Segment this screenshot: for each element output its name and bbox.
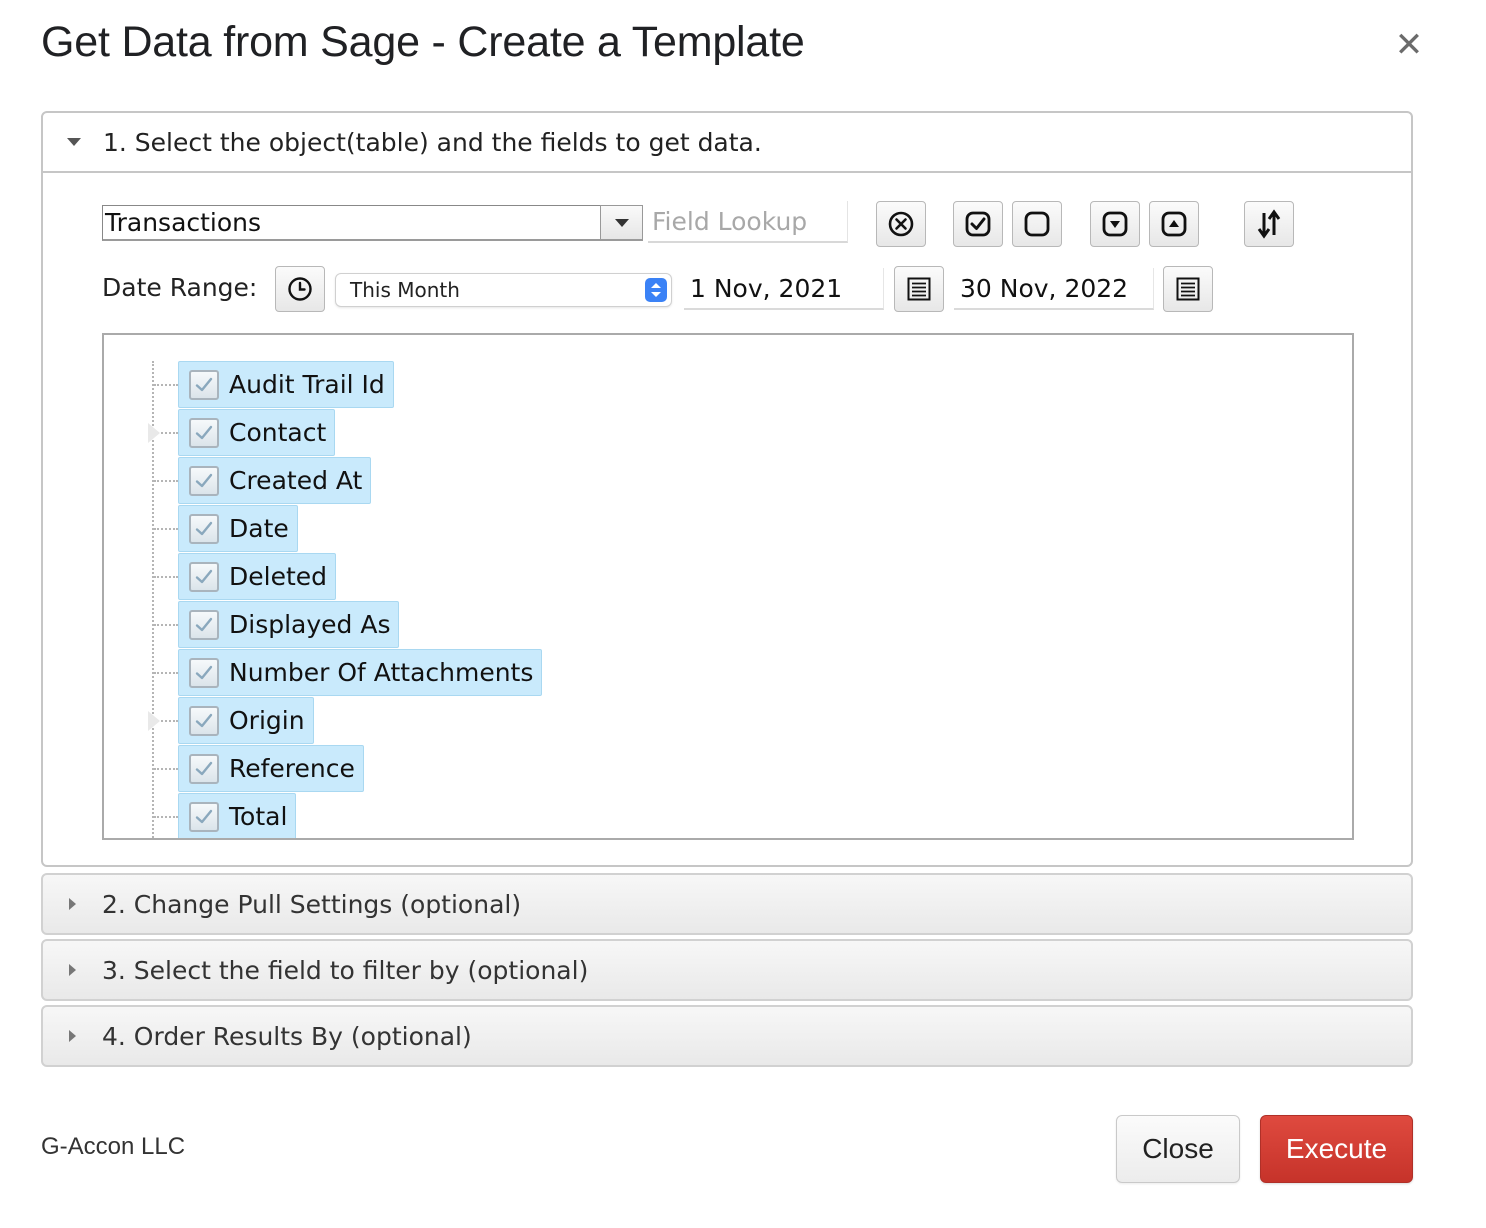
checkmark-icon [195,425,213,439]
start-date-calendar-button[interactable] [894,266,944,312]
sort-button[interactable] [1244,201,1294,247]
clock-icon [288,277,312,301]
expand-triangle-icon [69,1030,76,1042]
field-checkbox[interactable] [189,417,219,448]
field-label: Reference [229,754,355,783]
field-label: Deleted [229,562,328,591]
field-checkbox[interactable] [189,513,219,544]
field-checkbox[interactable] [189,753,219,784]
section-3-header[interactable]: 3. Select the field to filter by (option… [41,939,1413,1001]
collapse-all-icon [1161,211,1187,237]
collapse-all-button[interactable] [1149,201,1199,247]
checkmark-icon [195,473,213,487]
tree-expand-arrow-icon[interactable] [148,423,160,443]
section-4-header[interactable]: 4. Order Results By (optional) [41,1005,1413,1067]
company-name: G-Accon LLC [41,1133,186,1160]
field-checkbox[interactable] [189,705,219,736]
tree-connector [154,384,178,386]
date-preset-select[interactable]: This Month [335,273,672,307]
field-tree-item[interactable]: Total [178,793,297,838]
field-label: Displayed As [229,610,391,639]
check-all-button[interactable] [953,201,1003,247]
dialog-title: Get Data from Sage - Create a Template [41,18,805,66]
tree-expand-arrow-icon[interactable] [148,711,160,731]
field-checkbox[interactable] [189,561,219,592]
section-2-title: 2. Change Pull Settings (optional) [102,889,522,919]
tree-connector [154,576,178,578]
uncheck-all-icon [1024,211,1050,237]
section-4-title: 4. Order Results By (optional) [102,1021,472,1051]
expand-all-icon [1102,211,1128,237]
close-x-icon[interactable]: ✕ [1390,26,1428,64]
tree-connector [154,528,178,530]
tree-connector [154,480,178,482]
checkmark-icon [195,713,213,727]
field-label: Date [229,514,289,543]
field-checkbox[interactable] [189,801,219,832]
checkmark-icon [195,617,213,631]
fields-tree[interactable]: Audit Trail Id Contact Created At Date Delet… [102,333,1354,840]
execute-button[interactable]: Execute [1260,1115,1413,1183]
end-date-input[interactable]: 30 Nov, 2022 [954,268,1154,310]
field-tree-item[interactable]: Number Of Attachments [178,649,543,696]
field-checkbox[interactable] [189,609,219,640]
uncheck-all-button[interactable] [1012,201,1062,247]
object-select-dropdown-button[interactable] [600,205,643,241]
expand-triangle-icon [69,964,76,976]
collapse-triangle-icon [67,138,81,146]
field-label: Audit Trail Id [229,370,385,399]
tree-connector [154,624,178,626]
field-tree-item[interactable]: Audit Trail Id [178,361,394,408]
field-checkbox[interactable] [189,657,219,688]
tree-connector [154,768,178,770]
field-checkbox[interactable] [189,465,219,496]
section-2-header[interactable]: 2. Change Pull Settings (optional) [41,873,1413,935]
field-label: Contact [229,418,327,447]
end-date-calendar-button[interactable] [1163,266,1213,312]
date-range-preset-button[interactable] [275,266,325,312]
field-tree-item[interactable]: Created At [178,457,372,504]
clear-circle-x-icon [888,211,914,237]
field-label: Created At [229,466,363,495]
field-checkbox[interactable] [189,369,219,400]
checkmark-icon [195,569,213,583]
chevron-down-icon [614,218,629,227]
close-button[interactable]: Close [1116,1115,1240,1183]
tree-connector [154,672,178,674]
field-tree-item[interactable]: Contact [178,409,336,456]
field-tree-item[interactable]: Displayed As [178,601,400,648]
field-tree-item[interactable]: Deleted [178,553,337,600]
date-range-label: Date Range: [102,273,258,302]
tree-connector [154,816,178,818]
field-label: Total [229,802,288,831]
field-tree-item[interactable]: Origin [178,697,314,744]
calendar-icon [907,277,931,301]
section-1-panel: 1. Select the object(table) and the fiel… [41,111,1413,867]
field-lookup-input[interactable] [648,201,848,243]
field-label: Number Of Attachments [229,658,534,687]
expand-triangle-icon [69,898,76,910]
section-3-title: 3. Select the field to filter by (option… [102,955,589,985]
checkmark-icon [195,521,213,535]
field-tree-item[interactable]: Reference [178,745,364,792]
checkmark-icon [195,761,213,775]
calendar-icon [1176,277,1200,301]
select-arrows-icon [645,278,667,302]
checkmark-icon [195,377,213,391]
checkmark-icon [195,665,213,679]
field-label: Origin [229,706,305,735]
sort-icon [1257,209,1281,239]
object-select[interactable]: Transactions [102,205,602,241]
date-preset-value: This Month [350,278,460,302]
section-1-title: 1. Select the object(table) and the fiel… [103,127,762,157]
clear-button[interactable] [876,201,926,247]
field-tree-item[interactable]: Date [178,505,298,552]
checkmark-icon [195,809,213,823]
section-1-header[interactable]: 1. Select the object(table) and the fiel… [43,113,1411,173]
check-all-icon [965,211,991,237]
start-date-input[interactable]: 1 Nov, 2021 [684,268,884,310]
expand-all-button[interactable] [1090,201,1140,247]
